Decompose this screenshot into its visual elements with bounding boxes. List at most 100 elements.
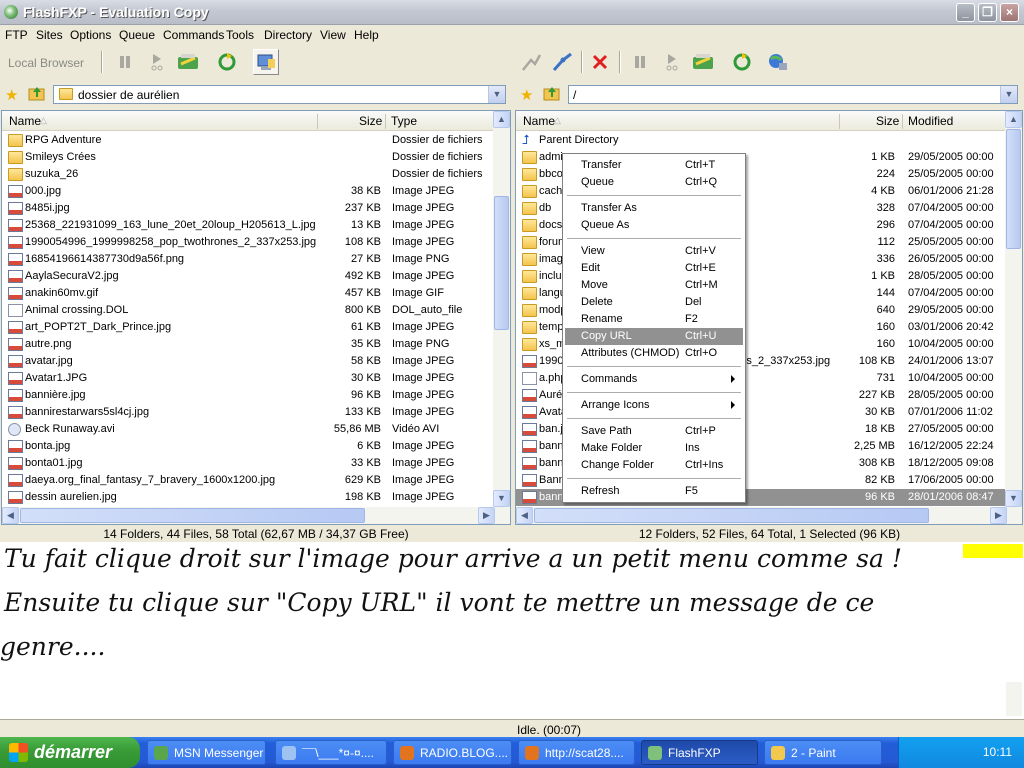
- menu-item-delete[interactable]: Delete Del: [565, 294, 743, 311]
- file-row[interactable]: avatar.jpg 58 KB Image JPEG: [2, 353, 495, 370]
- right-vertical-scrollbar[interactable]: ▲ ▼: [1005, 111, 1022, 524]
- file-row[interactable]: bonta.jpg 6 KB Image JPEG: [2, 438, 495, 455]
- connect-icon[interactable]: [518, 49, 544, 75]
- file-row[interactable]: autre.png 35 KB Image PNG: [2, 336, 495, 353]
- scroll-up-icon[interactable]: ▲: [1005, 111, 1022, 128]
- left-horizontal-scrollbar[interactable]: ◀ ▶: [2, 507, 495, 524]
- file-row[interactable]: 25368_221931099_163_lune_20et_20loup_H20…: [2, 217, 495, 234]
- taskbar-button[interactable]: RADIO.BLOG....: [393, 740, 512, 765]
- menu-item-queue[interactable]: Queue Ctrl+Q: [565, 174, 743, 191]
- chevron-down-icon[interactable]: ▼: [488, 86, 505, 103]
- menu-tools[interactable]: Tools: [226, 28, 254, 42]
- file-row[interactable]: bannière.jpg 96 KB Image JPEG: [2, 387, 495, 404]
- file-row[interactable]: suzuka_26 Dossier de fichiers: [2, 166, 495, 183]
- menu-ftp[interactable]: FTP: [5, 28, 28, 42]
- menu-commands[interactable]: Commands: [163, 28, 224, 42]
- scroll-up-icon[interactable]: ▲: [493, 111, 510, 128]
- parent-folder-up-icon[interactable]: [28, 85, 46, 104]
- scroll-thumb[interactable]: [20, 508, 365, 523]
- scroll-thumb[interactable]: [534, 508, 929, 523]
- quick-connect-icon[interactable]: [549, 49, 575, 75]
- taskbar-button[interactable]: MSN Messenger: [147, 740, 266, 765]
- file-row[interactable]: Animal crossing.DOL 800 KB DOL_auto_file: [2, 302, 495, 319]
- transfer-icon[interactable]: [175, 49, 201, 75]
- file-row[interactable]: Smileys Crées Dossier de fichiers: [2, 149, 495, 166]
- local-browser-button[interactable]: Local Browser: [8, 56, 84, 70]
- parent-folder-up-icon[interactable]: [543, 85, 561, 104]
- file-row[interactable]: Avatar1.JPG 30 KB Image JPEG: [2, 370, 495, 387]
- taskbar-button[interactable]: 2 - Paint: [764, 740, 882, 765]
- start-button[interactable]: démarrer: [0, 737, 140, 768]
- pause-icon[interactable]: [627, 49, 653, 75]
- scroll-right-icon[interactable]: ▶: [478, 507, 495, 524]
- menu-item-refresh[interactable]: Refresh F5: [565, 483, 743, 500]
- scroll-left-icon[interactable]: ◀: [2, 507, 19, 524]
- column-name[interactable]: Name: [9, 114, 41, 128]
- scroll-down-icon[interactable]: ▼: [1005, 490, 1022, 507]
- column-type[interactable]: Type: [391, 114, 417, 128]
- scroll-right-icon[interactable]: ▶: [990, 507, 1007, 524]
- menu-item-move[interactable]: Move Ctrl+M: [565, 277, 743, 294]
- file-row[interactable]: 8485i.jpg 237 KB Image JPEG: [2, 200, 495, 217]
- menu-help[interactable]: Help: [354, 28, 379, 42]
- file-row[interactable]: art_POPT2T_Dark_Prince.jpg 61 KB Image JPE…: [2, 319, 495, 336]
- menu-queue[interactable]: Queue: [119, 28, 155, 42]
- menu-item-transfer[interactable]: Transfer Ctrl+T: [565, 157, 743, 174]
- scroll-down-icon[interactable]: ▼: [493, 490, 510, 507]
- taskbar-button[interactable]: http://scat28....: [518, 740, 635, 765]
- menu-item-arrange-icons[interactable]: Arrange Icons: [565, 397, 743, 414]
- file-row[interactable]: AaylaSecuraV2.jpg 492 KB Image JPEG: [2, 268, 495, 285]
- scroll-thumb[interactable]: [494, 196, 509, 330]
- column-name[interactable]: Name: [523, 114, 555, 128]
- menu-item-queue-as[interactable]: Queue As: [565, 217, 743, 234]
- pause-icon[interactable]: [112, 49, 138, 75]
- favorites-star-icon[interactable]: ★: [5, 86, 18, 104]
- log-scrollbar[interactable]: [1006, 682, 1022, 716]
- minimize-button[interactable]: _: [956, 3, 975, 22]
- file-row[interactable]: Beck Runaway.avi 55,86 MB Vidéo AVI: [2, 421, 495, 438]
- menu-item-change-folder[interactable]: Change Folder Ctrl+Ins: [565, 457, 743, 474]
- chevron-down-icon[interactable]: ▼: [1000, 86, 1017, 103]
- menu-options[interactable]: Options: [70, 28, 111, 42]
- favorites-star-icon[interactable]: ★: [520, 86, 533, 104]
- transfer-icon[interactable]: [690, 49, 716, 75]
- menu-item-edit[interactable]: Edit Ctrl+E: [565, 260, 743, 277]
- file-row[interactable]: 1990054996_1999998258_pop_twothrones_2_3…: [2, 234, 495, 251]
- scroll-left-icon[interactable]: ◀: [516, 507, 533, 524]
- disconnect-icon[interactable]: [587, 49, 613, 75]
- column-size[interactable]: Size: [876, 114, 899, 128]
- menu-item-copy-url[interactable]: Copy URL Ctrl+U: [565, 328, 743, 345]
- menu-view[interactable]: View: [320, 28, 346, 42]
- menu-item-save-path[interactable]: Save Path Ctrl+P: [565, 423, 743, 440]
- menu-item-commands[interactable]: Commands: [565, 371, 743, 388]
- file-row[interactable]: bonta01.jpg 33 KB Image JPEG: [2, 455, 495, 472]
- menu-item-view[interactable]: View Ctrl+V: [565, 243, 743, 260]
- close-button[interactable]: ×: [1000, 3, 1019, 22]
- right-path-combobox[interactable]: / ▼: [568, 85, 1018, 104]
- step-icon[interactable]: [144, 49, 170, 75]
- taskbar-button[interactable]: FlashFXP: [641, 740, 758, 765]
- right-horizontal-scrollbar[interactable]: ◀ ▶: [516, 507, 1007, 524]
- menu-item-rename[interactable]: Rename F2: [565, 311, 743, 328]
- file-row[interactable]: bannirestarwars5sl4cj.jpg 133 KB Image JPE…: [2, 404, 495, 421]
- file-row[interactable]: RPG Adventure Dossier de fichiers: [2, 132, 495, 149]
- file-row[interactable]: dessin aurelien.jpg 198 KB Image JPEG: [2, 489, 495, 506]
- maximize-button[interactable]: ❐: [978, 3, 997, 22]
- menu-sites[interactable]: Sites: [36, 28, 63, 42]
- file-row[interactable]: 000.jpg 38 KB Image JPEG: [2, 183, 495, 200]
- menu-item-make-folder[interactable]: Make Folder Ins: [565, 440, 743, 457]
- scroll-thumb[interactable]: [1006, 129, 1021, 249]
- refresh-icon[interactable]: [729, 49, 755, 75]
- file-row[interactable]: anakin60mv.gif 457 KB Image GIF: [2, 285, 495, 302]
- column-modified[interactable]: Modified: [908, 114, 953, 128]
- menu-directory[interactable]: Directory: [264, 28, 312, 42]
- left-path-combobox[interactable]: dossier de aurélien ▼: [53, 85, 506, 104]
- file-row[interactable]: 16854196614387730d9a56f.png 27 KB Image PN…: [2, 251, 495, 268]
- local-computer-icon[interactable]: [253, 49, 279, 75]
- column-size[interactable]: Size: [359, 114, 382, 128]
- taskbar-button[interactable]: ¯¯\___*¤-¤....: [275, 740, 387, 765]
- menu-item-transfer-as[interactable]: Transfer As: [565, 200, 743, 217]
- file-row[interactable]: ⮥ Parent Directory: [516, 132, 1007, 149]
- step-icon[interactable]: [659, 49, 685, 75]
- remote-sites-icon[interactable]: [765, 49, 791, 75]
